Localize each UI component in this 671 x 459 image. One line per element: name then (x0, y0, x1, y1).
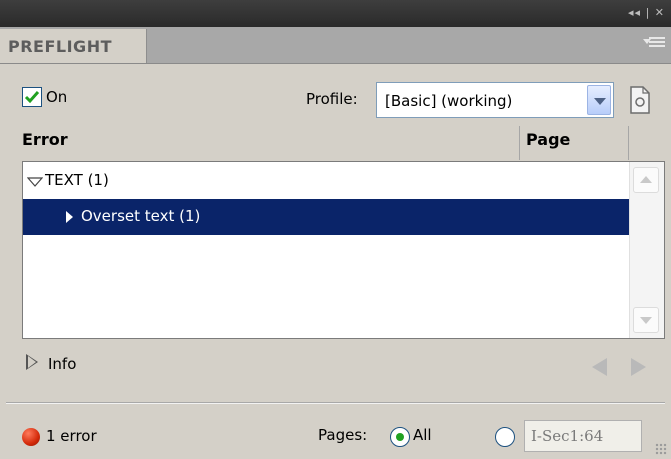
column-divider[interactable] (628, 126, 629, 160)
list-item-label: Overset text (1) (81, 207, 201, 225)
collapsed-triangle-icon[interactable] (65, 210, 74, 224)
scroll-up-icon[interactable] (633, 167, 659, 193)
on-label: On (46, 88, 68, 106)
page-range-input[interactable]: I-Sec1:64 (524, 420, 642, 452)
panel-menu-icon[interactable] (643, 37, 665, 51)
panel-title-bar[interactable]: ◂◂ | ✕ (0, 0, 671, 27)
panel-tab-row: PREFLIGHT (0, 27, 671, 64)
pages-all-radio[interactable] (390, 427, 410, 447)
list-item-label: TEXT (1) (45, 171, 109, 189)
next-arrow-icon[interactable] (631, 358, 646, 376)
list-scrollbar[interactable] (629, 162, 664, 338)
pages-all-label: All (413, 426, 432, 444)
info-label[interactable]: Info (48, 355, 76, 373)
list-item-overset-text[interactable]: Overset text (1) (23, 199, 632, 235)
collapse-close-icons[interactable]: ◂◂ | ✕ (628, 6, 665, 19)
profile-label: Profile: (306, 90, 358, 108)
chevron-down-icon[interactable] (587, 85, 611, 115)
tab-preflight[interactable]: PREFLIGHT (0, 29, 147, 63)
scroll-down-icon[interactable] (633, 307, 659, 333)
tab-label: PREFLIGHT (8, 37, 112, 56)
column-header-page[interactable]: Page (526, 130, 570, 160)
column-header-error[interactable]: Error (22, 130, 68, 160)
checkmark-icon (24, 91, 40, 104)
error-count-label[interactable]: 1 error (46, 427, 97, 445)
pages-label: Pages: (318, 426, 368, 444)
divider (6, 402, 665, 403)
resize-grip-icon[interactable] (655, 443, 667, 455)
on-checkbox[interactable] (22, 87, 42, 107)
column-divider[interactable] (519, 126, 520, 160)
define-profiles-icon[interactable] (628, 85, 652, 115)
profile-value: [Basic] (working) (385, 92, 513, 110)
error-status-icon (22, 428, 40, 446)
info-expand-icon[interactable] (26, 354, 38, 370)
error-list[interactable]: TEXT (1) Overset text (1) (22, 161, 665, 339)
previous-arrow-icon[interactable] (592, 358, 607, 376)
expanded-triangle-icon[interactable] (27, 177, 43, 187)
list-item-text-group[interactable]: TEXT (1) (23, 163, 632, 199)
pages-range-radio[interactable] (495, 427, 515, 447)
profile-select[interactable]: [Basic] (working) (376, 82, 614, 118)
